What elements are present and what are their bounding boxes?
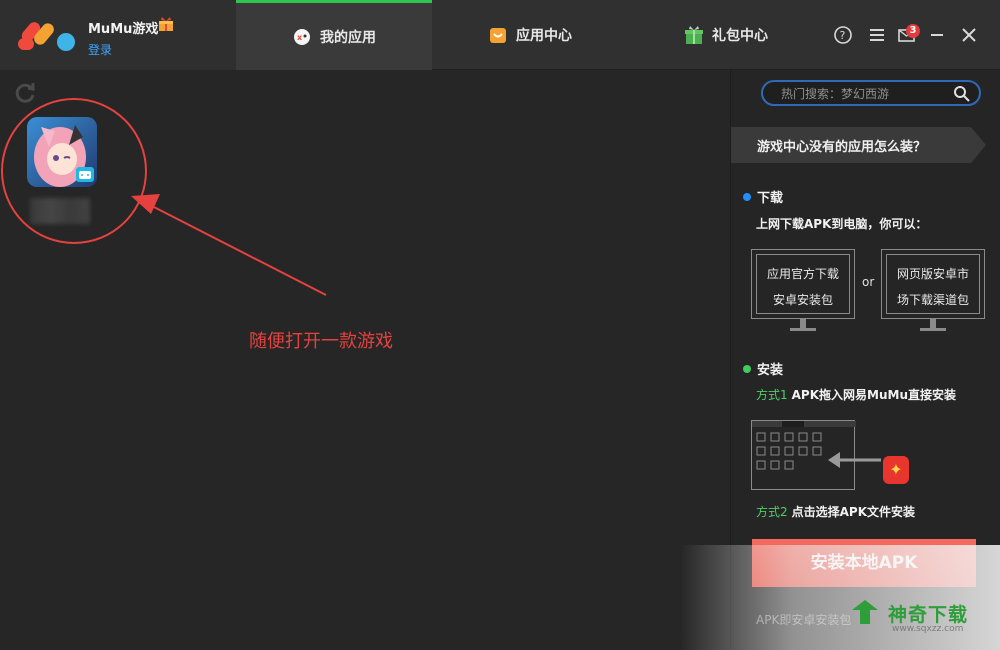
app-name: MuMu游戏 <box>88 22 159 37</box>
mail-count-badge: 3 <box>906 24 920 38</box>
login-link[interactable]: 登录 <box>88 41 112 58</box>
shopping-bag-icon <box>490 28 506 43</box>
web-market-card: 网页版安卓市 场下载渠道包 <box>881 249 985 319</box>
svg-text:?: ? <box>840 29 846 42</box>
download-section-title: 下载 <box>743 187 783 206</box>
install-title-text: 安装 <box>757 363 784 378</box>
web-market-text: 网页版安卓市 场下载渠道包 <box>886 254 980 314</box>
faq-banner[interactable]: 游戏中心没有的应用怎么装？ <box>731 127 986 163</box>
annotation-label: 随便打开一款游戏 <box>249 331 393 352</box>
method1-text: APK拖入网易MuMu直接安装 <box>791 388 956 402</box>
tab-label: 应用中心 <box>516 28 572 44</box>
mascot-icon: x <box>294 28 310 45</box>
minimize-icon[interactable] <box>926 24 948 46</box>
gift-icon[interactable] <box>158 16 174 32</box>
install-method-1: 方式1 APK拖入网易MuMu直接安装 <box>756 386 956 403</box>
or-separator: or <box>862 275 875 289</box>
search-icon[interactable] <box>953 85 971 103</box>
option2-line2: 场下载渠道包 <box>896 293 969 307</box>
green-dot-icon <box>743 364 751 373</box>
official-download-card: 应用官方下载 安卓安装包 <box>751 249 855 319</box>
option1-line2: 安卓安装包 <box>772 293 833 307</box>
mumu-game-center-window: MuMu游戏 登录 x 我的应用 应用中心 礼包中心 ? 3 随便打开一款游戏 … <box>0 0 1000 650</box>
mumu-logo-icon <box>18 22 75 51</box>
annotation-circle-arrow <box>1 98 327 296</box>
option2-line1: 网页版安卓市 <box>896 267 969 281</box>
tab-app-center[interactable]: 应用中心 <box>432 0 628 70</box>
monitor-stand-icon <box>790 319 816 331</box>
help-icon[interactable]: ? <box>832 24 854 46</box>
watermark-url: www.sqxzz.com <box>892 624 964 634</box>
title-bar: MuMu游戏 登录 x 我的应用 应用中心 礼包中心 ? 3 <box>0 0 1000 70</box>
download-description: 上网下载APK到电脑，你可以： <box>756 217 928 231</box>
drag-arrow-icon <box>828 452 881 468</box>
install-section-title: 安装 <box>743 359 783 378</box>
tab-label: 礼包中心 <box>712 28 768 44</box>
method2-text: 点击选择APK文件安装 <box>791 505 916 519</box>
tab-label: 我的应用 <box>320 29 376 46</box>
tab-gift-center[interactable]: 礼包中心 <box>628 0 824 70</box>
brand-area: MuMu游戏 登录 <box>0 0 236 70</box>
option1-line1: 应用官方下载 <box>766 267 839 281</box>
apk-hint: APK即安卓安装包 <box>756 613 852 627</box>
menu-icon[interactable] <box>866 24 888 46</box>
apk-file-icon: ✦ <box>883 456 909 484</box>
blue-dot-icon <box>743 192 751 201</box>
install-guide-panel: 游戏中心没有的应用怎么装？ 下载 上网下载APK到电脑，你可以： 应用官方下载 … <box>730 70 1000 650</box>
official-download-text: 应用官方下载 安卓安装包 <box>756 254 850 314</box>
install-local-apk-button[interactable]: 安装本地APK <box>752 539 976 587</box>
search-input[interactable] <box>781 85 946 103</box>
gift-icon <box>685 26 703 44</box>
faq-text: 游戏中心没有的应用怎么装？ <box>757 140 927 155</box>
monitor-stand-icon <box>920 319 946 331</box>
close-icon[interactable] <box>958 24 980 46</box>
svg-text:x: x <box>297 33 303 42</box>
tab-my-apps[interactable]: x 我的应用 <box>236 0 432 70</box>
method1-label: 方式1 <box>756 388 788 402</box>
watermark-logo-icon <box>852 600 878 624</box>
download-title-text: 下载 <box>757 191 784 206</box>
watermark-text: 神奇下载 <box>888 604 969 626</box>
install-method-2: 方式2 点击选择APK文件安装 <box>756 503 915 520</box>
search-box <box>761 80 981 106</box>
method2-label: 方式2 <box>756 505 788 519</box>
